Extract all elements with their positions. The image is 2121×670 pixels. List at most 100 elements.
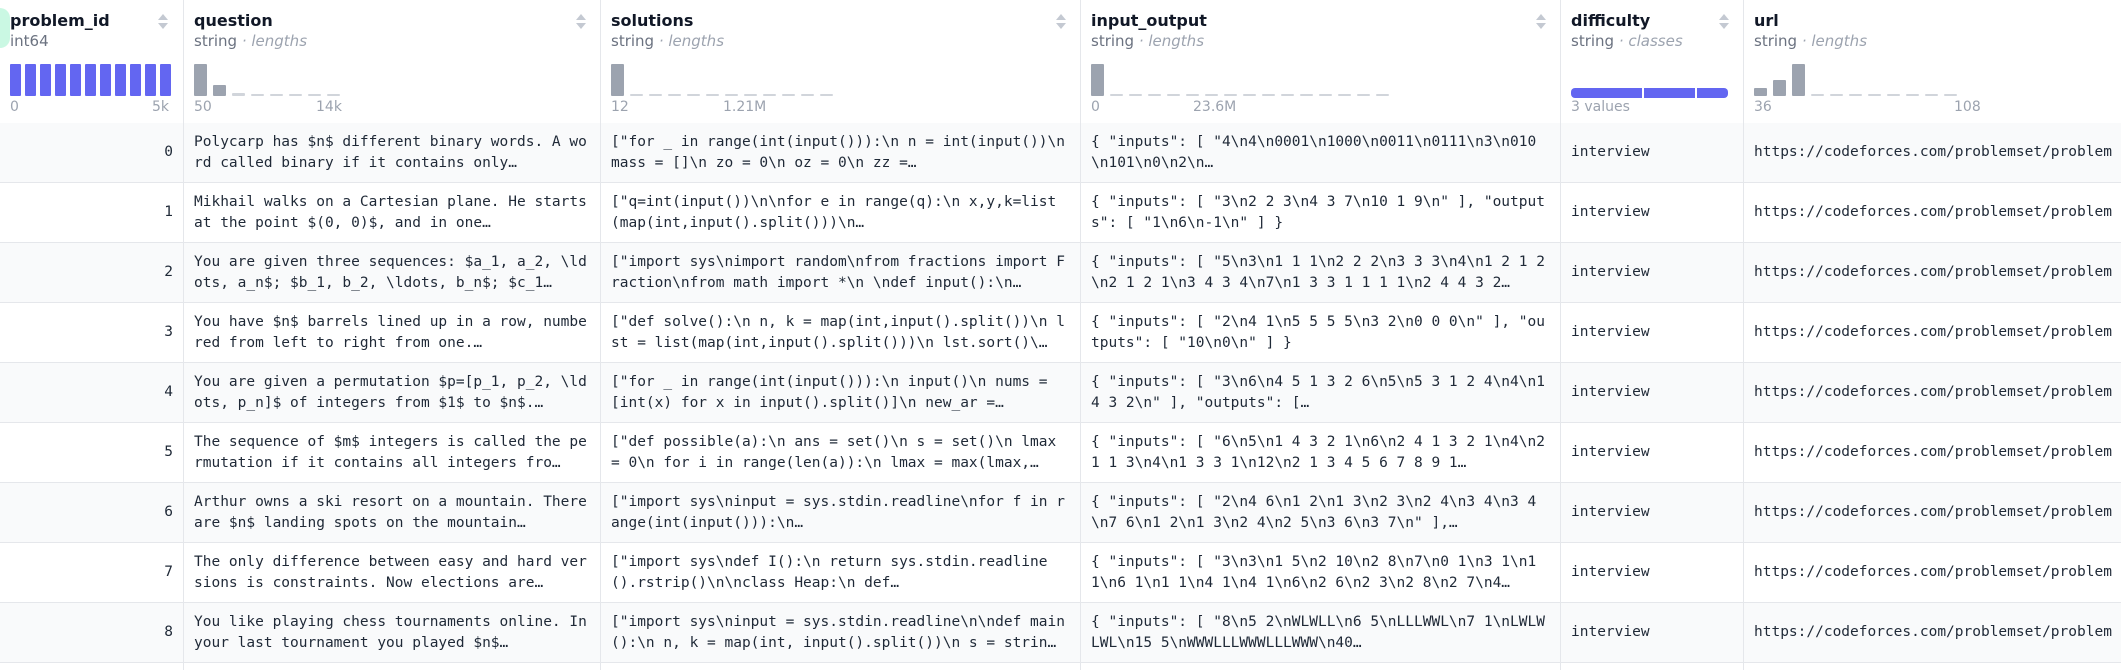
class-distribution-bar[interactable] (1571, 88, 1728, 98)
histogram-input_output[interactable] (1091, 60, 1541, 96)
table-cell[interactable]: 1 (0, 183, 183, 243)
histogram-bar (55, 64, 66, 96)
table-cell[interactable]: ["import sys\ninput = sys.stdin.readline… (601, 483, 1080, 543)
histogram-problem_id[interactable] (10, 60, 171, 96)
table-cell[interactable]: https://codeforces.com/problemset/proble… (1744, 543, 2121, 603)
table-cell[interactable]: 0 (0, 123, 183, 183)
type-separator: · (1134, 32, 1149, 50)
table-cell[interactable]: https://codeforces.com/problemset/proble… (1744, 423, 2121, 483)
table-cell[interactable]: interview (1561, 243, 1743, 303)
table-cell[interactable]: { "inputs": [ "3\n6\n4 5 1 3 2 6\n5\n5 3… (1081, 363, 1560, 423)
histogram-solutions[interactable] (611, 60, 1061, 96)
histogram-bar (725, 94, 738, 96)
table-cell[interactable]: ["def solve():\n n, k = map(int,input().… (601, 303, 1080, 363)
table-cell[interactable]: You like playing chess tournaments onlin… (184, 603, 600, 663)
column-header-url[interactable]: url string · lengths 36 108 (1744, 0, 2121, 124)
cell-text-difficulty: interview (1571, 204, 1650, 220)
histogram-bar (160, 64, 171, 96)
column-problem_id: problem_id int64 0 5k 0 1 2 3 4 5 6 7 8 (0, 0, 183, 670)
histogram-bar (687, 94, 700, 96)
axis-min-label: 12 (611, 99, 629, 115)
table-cell[interactable]: { "inputs": [ "5\n3\n1 1 1\n2 2 2\n3 3 3… (1081, 243, 1560, 303)
table-cell[interactable]: 4 (0, 363, 183, 423)
table-cell[interactable]: ["import sys\ninput = sys.stdin.readline… (601, 603, 1080, 663)
table-cell[interactable]: Mikhail walks on a Cartesian plane. He s… (184, 183, 600, 243)
column-header-problem_id[interactable]: problem_id int64 0 5k (0, 0, 183, 124)
table-cell[interactable]: Polycarp has $n$ different binary words.… (184, 123, 600, 183)
table-cell[interactable]: https://codeforces.com/problemset/proble… (1744, 363, 2121, 423)
column-type: string · lengths (1091, 32, 1204, 50)
table-cell[interactable]: https://codeforces.com/problemset/proble… (1744, 303, 2121, 363)
type-separator: · (654, 32, 669, 50)
table-cell[interactable]: ["import sys\nimport random\nfrom fracti… (601, 243, 1080, 303)
table-cell[interactable]: interview (1561, 423, 1743, 483)
table-cell[interactable]: The sequence of $m$ integers is called t… (184, 423, 600, 483)
table-cell[interactable]: { "inputs": [ "3\n3\n1 5\n2 10\n2 8\n7\n… (1081, 543, 1560, 603)
table-cell[interactable]: 6 (0, 483, 183, 543)
histogram-bar (40, 64, 51, 96)
cell-text-difficulty: interview (1571, 144, 1650, 160)
table-cell[interactable]: ["def possible(a):\n ans = set()\n s = s… (601, 423, 1080, 483)
axis-max-label: 108 (1954, 99, 1981, 115)
table-cell[interactable]: https://codeforces.com/problemset/proble… (1744, 483, 2121, 543)
column-header-question[interactable]: question string · lengths 50 14k (184, 0, 600, 124)
column-type: string · lengths (1754, 32, 1867, 50)
table-cell[interactable]: interview (1561, 603, 1743, 663)
table-cell[interactable]: 8 (0, 603, 183, 663)
cell-text-difficulty: interview (1571, 564, 1650, 580)
histogram-bar (1205, 94, 1218, 96)
histogram-url[interactable] (1754, 60, 1994, 96)
table-cell[interactable]: { "inputs": [ "2\n4 1\n5 5 5 5\n3 2\n0 0… (1081, 303, 1560, 363)
table-cell[interactable]: ["for _ in range(int(input())):\n n = in… (601, 123, 1080, 183)
table-cell[interactable]: { "inputs": [ "8\n5 2\nWLWLL\n6 5\nLLLWW… (1081, 603, 1560, 663)
table-cell[interactable]: You are given a permutation $p=[p_1, p_2… (184, 363, 600, 423)
table-cell[interactable]: interview (1561, 483, 1743, 543)
table-cell[interactable]: interview (1561, 543, 1743, 603)
table-cell[interactable]: The only difference between easy and har… (184, 543, 600, 603)
column-header-solutions[interactable]: solutions string · lengths 12 1.21M (601, 0, 1080, 124)
table-cell[interactable]: Arthur owns a ski resort on a mountain. … (184, 483, 600, 543)
histogram-bar (1944, 94, 1957, 96)
column-url: url string · lengths 36 108 https://codeforc… (1743, 0, 2121, 670)
table-cell[interactable]: interview (1561, 303, 1743, 363)
sort-icon[interactable] (157, 14, 169, 30)
table-cell[interactable]: 7 (0, 543, 183, 603)
table-cell[interactable]: 3 (0, 303, 183, 363)
column-name: solutions (611, 11, 694, 30)
table-cell[interactable]: { "inputs": [ "6\n5\n1 4 3 2 1\n6\n2 4 1… (1081, 423, 1560, 483)
column-type-label: string (611, 32, 655, 50)
table-cell[interactable]: ["import sys\ndef I():\n return sys.stdi… (601, 543, 1080, 603)
column-resize-handle[interactable] (0, 8, 10, 48)
table-cell[interactable]: https://codeforces.com/problemset/proble… (1744, 183, 2121, 243)
table-cell[interactable]: https://codeforces.com/problemset/proble… (1744, 603, 2121, 663)
sort-icon[interactable] (1718, 14, 1730, 30)
table-cell[interactable]: interview (1561, 183, 1743, 243)
table-cell[interactable]: { "inputs": [ "3\n2 2 3\n4 3 7\n10 1 9\n… (1081, 183, 1560, 243)
histogram-bar (744, 94, 757, 96)
column-header-difficulty[interactable]: difficulty string · classes 3 values (1561, 0, 1743, 124)
sort-icon[interactable] (575, 14, 587, 30)
sort-icon[interactable] (1055, 14, 1067, 30)
column-stat-kind: classes (1628, 32, 1683, 50)
table-cell[interactable]: https://codeforces.com/problemset/proble… (1744, 243, 2121, 303)
table-cell[interactable]: { "inputs": [ "4\n4\n0001\n1000\n0011\n0… (1081, 123, 1560, 183)
column-header-input_output[interactable]: input_output string · lengths 0 23.6M (1081, 0, 1560, 124)
cell-text-question: You have $n$ barrels lined up in a row, … (194, 314, 587, 351)
table-cell[interactable]: ["for _ in range(int(input())):\n input(… (601, 363, 1080, 423)
table-cell[interactable]: { "inputs": [ "2\n4 6\n1 2\n1 3\n2 3\n2 … (1081, 483, 1560, 543)
table-cell[interactable]: You are given three sequences: $a_1, a_2… (184, 243, 600, 303)
table-cell[interactable]: 5 (0, 423, 183, 483)
table-cell[interactable]: https://codeforces.com/problemset/proble… (1744, 123, 2121, 183)
histogram-question[interactable] (194, 60, 581, 96)
cell-text-problem_id: 8 (164, 624, 173, 640)
cell-text-solutions: ["q=int(input())\n\nfor e in range(q):\n… (611, 194, 1057, 231)
table-cell[interactable]: interview (1561, 363, 1743, 423)
table-cell[interactable]: ["q=int(input())\n\nfor e in range(q):\n… (601, 183, 1080, 243)
histogram-bar (668, 94, 681, 96)
histogram-bar (100, 64, 111, 96)
table-cell[interactable]: 2 (0, 243, 183, 303)
sort-icon[interactable] (1535, 14, 1547, 30)
column-type-label: string (1091, 32, 1135, 50)
table-cell[interactable]: You have $n$ barrels lined up in a row, … (184, 303, 600, 363)
table-cell[interactable]: interview (1561, 123, 1743, 183)
